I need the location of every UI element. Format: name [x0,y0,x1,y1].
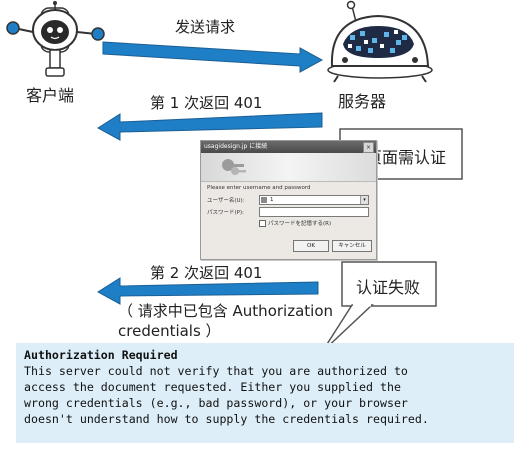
server-robot-icon [327,0,433,83]
checkbox-box[interactable] [259,220,266,227]
remember-password-label: パスワードを記憶する(R) [268,221,332,227]
error-line: This server could not verify that you ar… [24,364,408,378]
second-401-label: 第 2 次返回 401 [150,264,263,282]
second-401-note-line2: credentials ） [118,322,221,340]
client-robot-icon [6,1,105,77]
login-dialog: usagidesign.jp に接続 × Please enter userna… [200,140,377,260]
error-line: wrong credentials (e.g., bad password), … [24,396,408,410]
dialog-title: usagidesign.jp に接続 [204,143,268,150]
error-title: Authorization Required [24,348,178,362]
user-icon [261,197,267,203]
dialog-banner [201,153,376,182]
second-401-note-line1: （ 请求中已包含 Authorization [118,302,334,320]
error-message-box: Authorization Required This server could… [16,343,514,443]
server-label: 服务器 [338,92,387,111]
client-label: 客户端 [26,86,75,105]
first-401-label: 第 1 次返回 401 [150,94,263,112]
chevron-down-icon[interactable]: ▾ [360,196,368,204]
first-401-arrow [97,112,323,141]
ok-button[interactable]: OK [293,240,329,252]
cancel-button[interactable]: キャンセル [332,240,372,252]
dialog-title-bar: usagidesign.jp に接続 × [201,141,376,153]
remember-password-checkbox[interactable]: パスワードを記憶する(R) [259,219,331,227]
password-label: パスワード(P): [207,210,244,216]
dialog-close-button[interactable]: × [363,142,374,153]
error-line: access the document requested. Either yo… [24,380,401,394]
username-label: ユーザー名(U): [207,198,245,204]
callout-auth-failed-text: 认证失败 [356,278,421,297]
error-line: doesn't understand how to supply the cre… [24,412,429,426]
dialog-prompt: Please enter username and password [207,185,311,191]
username-input[interactable]: 1 ▾ [259,195,369,205]
password-input[interactable] [259,207,369,217]
send-request-label: 发送请求 [175,18,236,36]
request-arrow [102,41,324,73]
keys-logo-icon [222,159,246,175]
